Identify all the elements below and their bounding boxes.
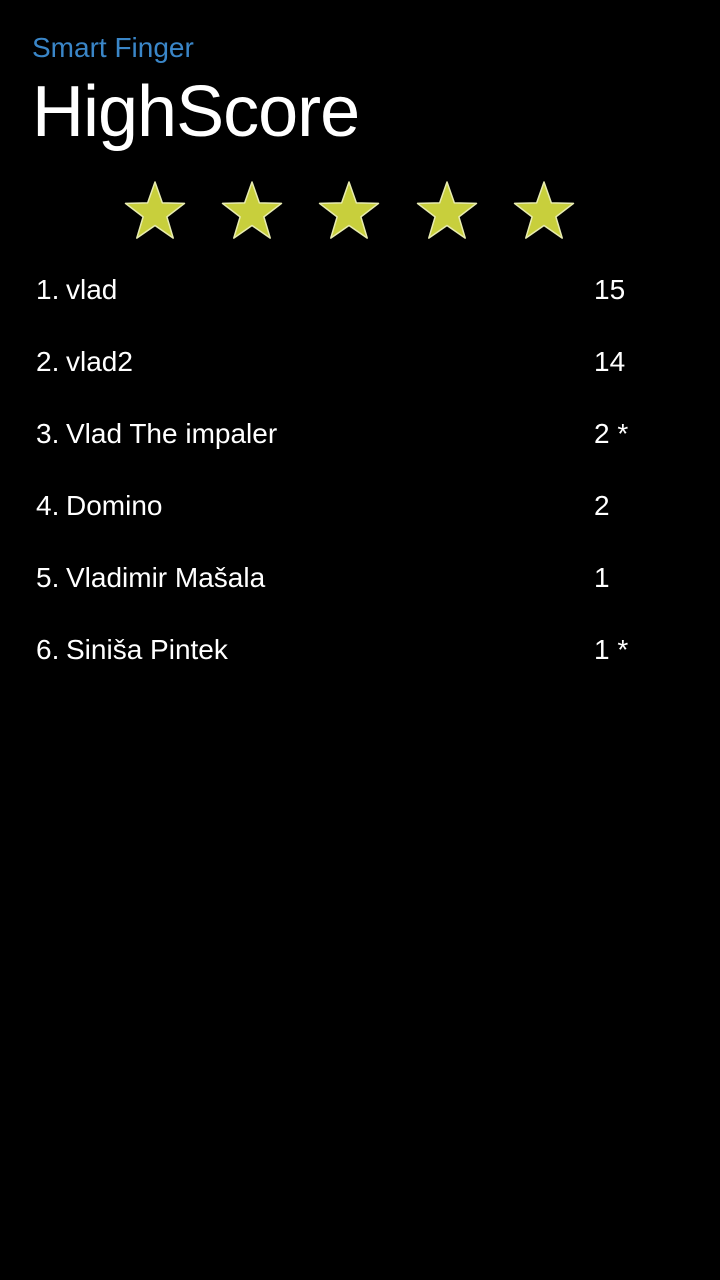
score-value: 2 * [594, 418, 629, 449]
player-name: Vlad The impaler [66, 418, 278, 449]
list-item: 4. Domino 2 [0, 476, 720, 548]
player-name: vlad [66, 274, 118, 305]
score-value: 1 [594, 562, 610, 593]
score-value: 14 [594, 346, 626, 377]
rank-label: 1. [36, 274, 60, 305]
rank-label: 6. [36, 634, 60, 665]
score-value: 2 [594, 490, 610, 521]
star-icon [124, 180, 186, 242]
star-icon [318, 180, 380, 242]
player-name: Vladimir Mašala [66, 562, 266, 593]
high-score-list: 1. vlad 15 2. vlad2 14 3. Vlad The impal… [0, 260, 720, 692]
star-icon [416, 180, 478, 242]
star-rating [124, 180, 584, 242]
star-icon [513, 180, 575, 242]
player-name: Domino [66, 490, 163, 521]
list-item: 2. vlad2 14 [0, 332, 720, 404]
player-name: vlad2 [66, 346, 133, 377]
star-icon [221, 180, 283, 242]
rank-label: 3. [36, 418, 60, 449]
rank-label: 5. [36, 562, 60, 593]
app-name: Smart Finger [32, 32, 194, 63]
score-value: 15 [594, 274, 626, 305]
list-item: 3. Vlad The impaler 2 * [0, 404, 720, 476]
page-title: HighScore [32, 72, 360, 152]
rank-label: 2. [36, 346, 60, 377]
score-value: 1 * [594, 634, 629, 665]
list-item: 6. Siniša Pintek 1 * [0, 620, 720, 692]
list-item: 5. Vladimir Mašala 1 [0, 548, 720, 620]
rank-label: 4. [36, 490, 60, 521]
player-name: Siniša Pintek [66, 634, 228, 665]
list-item: 1. vlad 15 [0, 260, 720, 332]
